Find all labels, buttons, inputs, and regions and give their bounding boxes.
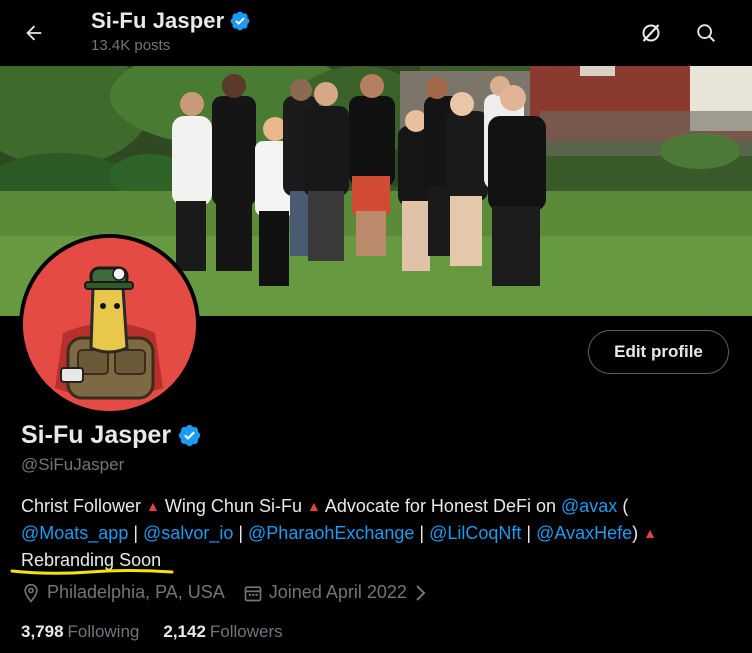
username-handle: @SiFuJasper [21,455,125,474]
profile-meta: Philadelphia, PA, USA Joined April 2022 [21,582,445,603]
bio-separator: | [128,523,144,543]
search-button[interactable] [686,13,726,53]
location-text: Philadelphia, PA, USA [47,582,225,602]
profile-name-row: Si-Fu Jasper [21,421,202,450]
followers-count: 2,142 [163,622,206,641]
mention-link[interactable]: @LilCoqNft [429,523,521,543]
avax-triangle-icon: ▲ [643,525,657,541]
mention-link[interactable]: @Moats_app [21,523,128,543]
post-count: 13.4K posts [91,37,171,54]
bio-text: Wing Chun Si-Fu [164,496,302,516]
following-link[interactable]: 3,798 Following [21,622,139,642]
bio-separator: | [233,523,249,543]
mention-link[interactable]: @avax [561,496,617,516]
bio-text: Christ Follower [21,496,142,516]
header-title-block: Si-Fu Jasper 13.4K posts [91,8,251,54]
profile-avatar[interactable] [19,234,200,415]
arrow-left-icon [26,25,42,41]
top-bar: Si-Fu Jasper 13.4K posts [0,0,752,66]
location-pin-icon [24,583,38,603]
mention-link[interactable]: @PharaohExchange [248,523,414,543]
avax-triangle-icon: ▲ [146,498,160,514]
header-title: Si-Fu Jasper [91,8,225,33]
grok-icon [642,24,660,42]
joined-text: Joined April 2022 [268,582,407,602]
location-item: Philadelphia, PA, USA [21,582,225,603]
bio-separator: | [521,523,537,543]
mention-link[interactable]: @AvaxHefe [536,523,632,543]
profile-bio: Christ Follower ▲ Wing Chun Si-Fu ▲ Advo… [21,493,721,573]
calendar-icon [244,585,262,601]
followers-label: Followers [209,622,283,641]
back-button[interactable] [14,13,54,53]
chevron-right-icon [416,584,426,601]
following-count: 3,798 [21,622,64,641]
bio-text: Advocate for Honest DeFi on [324,496,556,516]
grok-button[interactable] [631,13,671,53]
joined-item[interactable]: Joined April 2022 [243,582,427,603]
edit-profile-button[interactable]: Edit profile [588,330,729,374]
bio-separator: | [414,523,430,543]
verified-badge-icon[interactable] [177,423,202,448]
followers-link[interactable]: 2,142 Followers [163,622,282,642]
highlight-underline [10,569,174,575]
verified-badge-icon [230,11,250,31]
bio-text: ( [617,496,629,516]
following-label: Following [67,622,140,641]
mention-link[interactable]: @salvor_io [143,523,233,543]
avatar-image [23,238,196,411]
bio-text: ) [632,523,639,543]
avax-triangle-icon: ▲ [307,498,321,514]
display-name: Si-Fu Jasper [21,421,172,449]
search-icon [697,24,715,42]
follow-stats: 3,798 Following 2,142 Followers [21,622,307,642]
